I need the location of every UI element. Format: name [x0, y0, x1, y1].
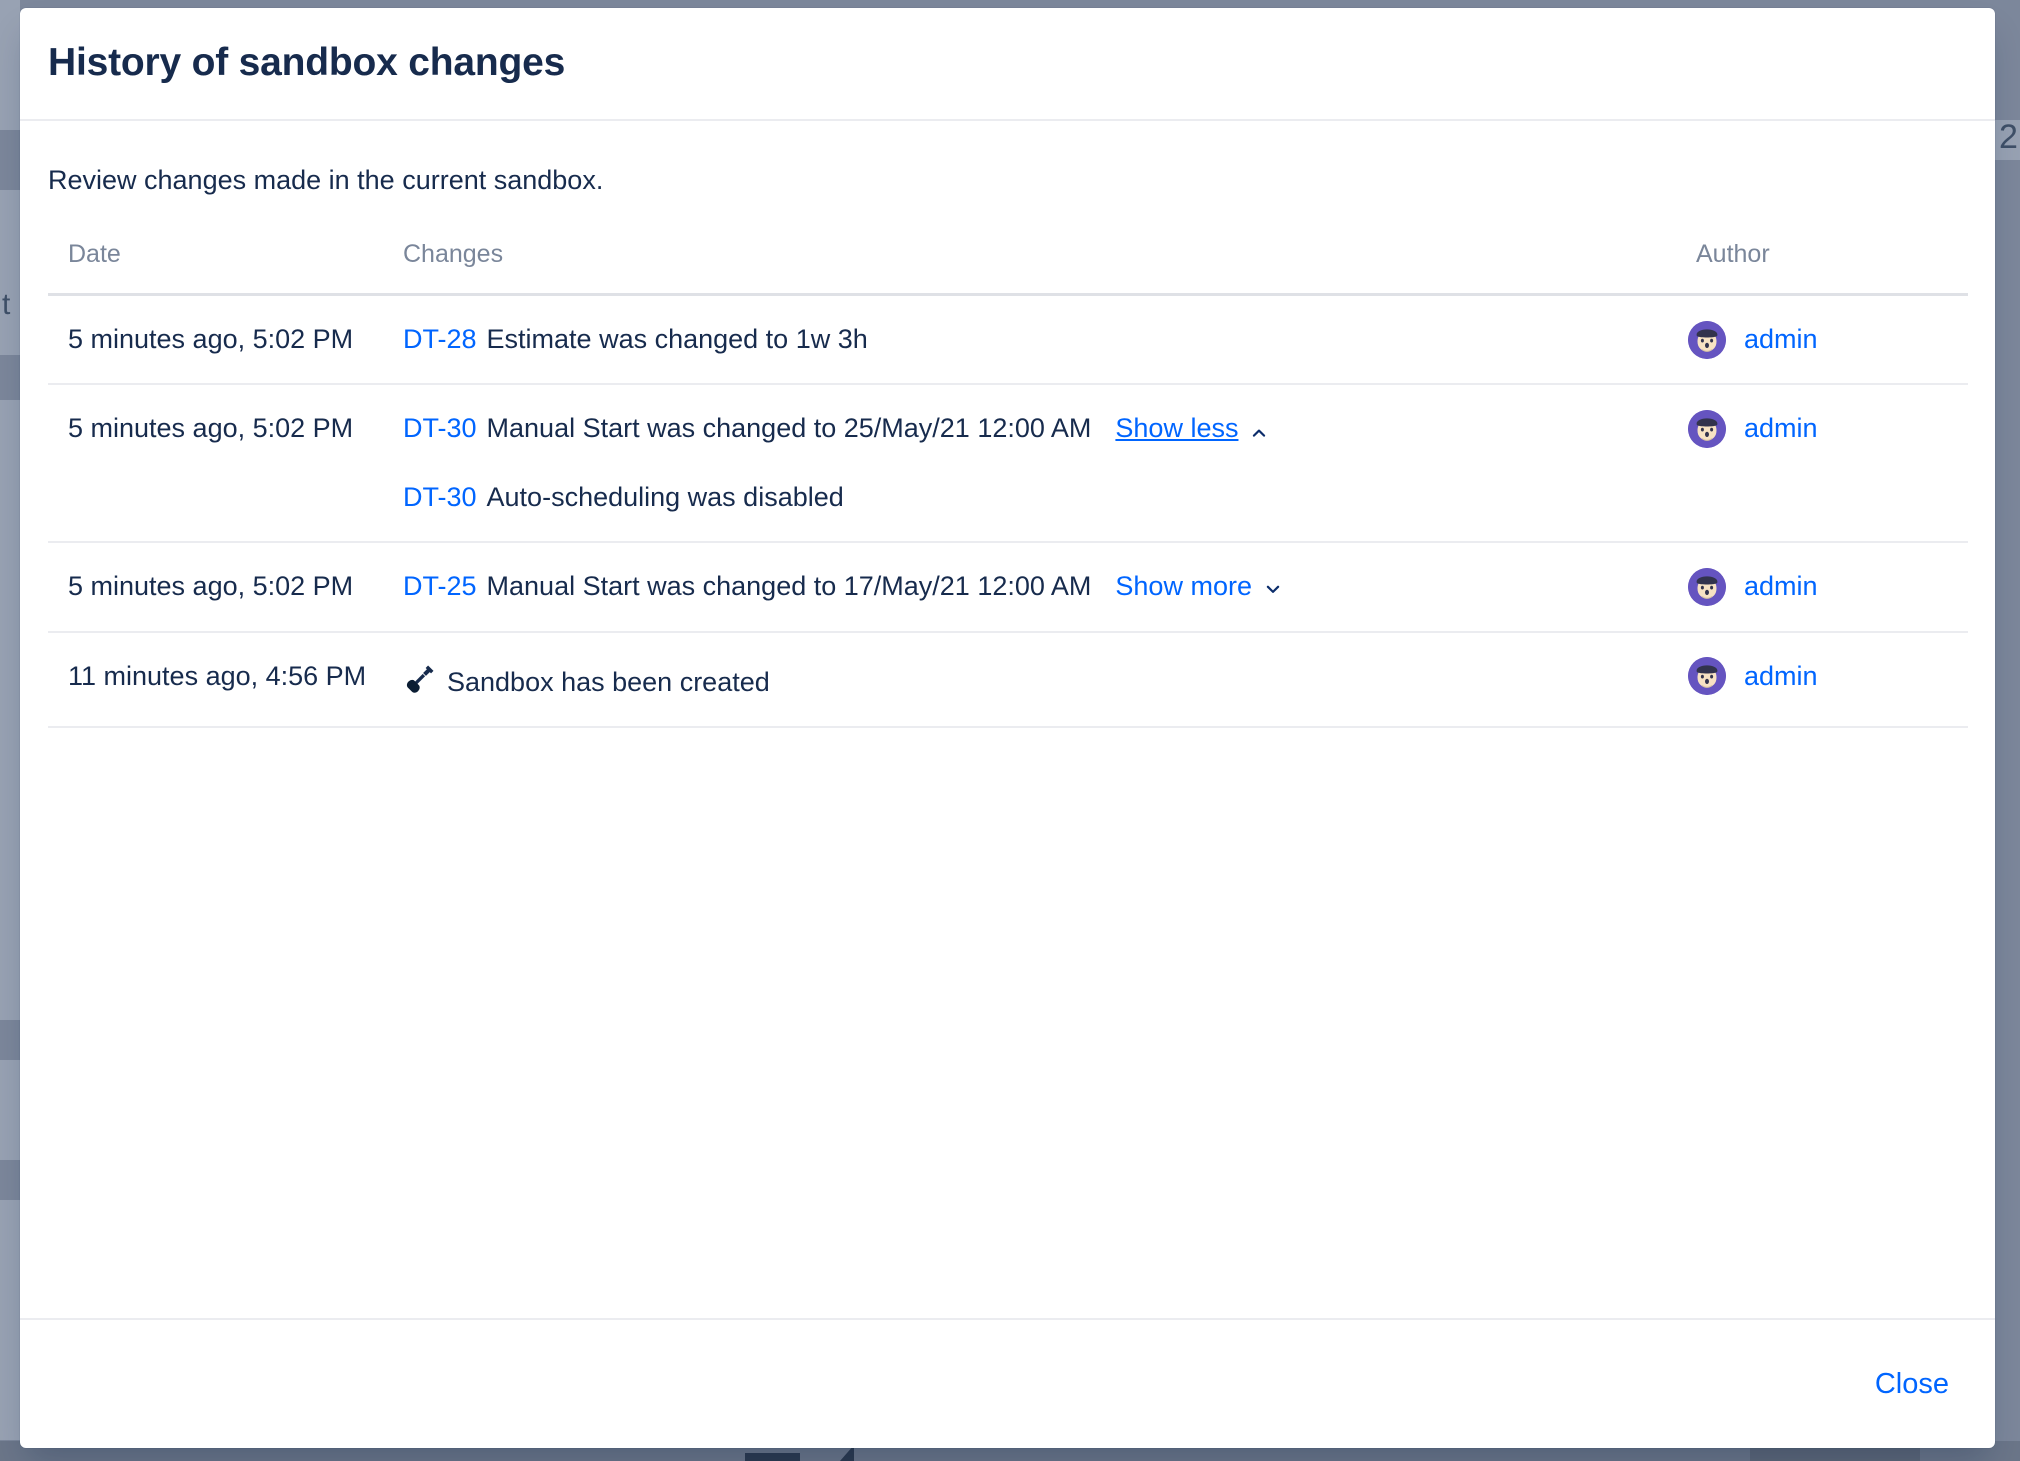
cell-changes: Sandbox has been created — [383, 631, 1668, 728]
column-header-author: Author — [1668, 240, 1968, 296]
backdrop-ghost-text-right: 2 — [1999, 118, 2018, 156]
column-header-date: Date — [48, 240, 383, 296]
cell-changes: DT-28 Estimate was changed to 1w 3h — [383, 294, 1668, 386]
sandbox-history-table: Date Changes Author 5 minutes ago, 5:02 … — [48, 240, 1968, 728]
table-row: 5 minutes ago, 5:02 PM DT-30 Manual Star… — [48, 384, 1968, 544]
backdrop-stripe — [0, 0, 20, 130]
dialog-footer: Close — [20, 1318, 1995, 1448]
change-description: Manual Start was changed to 25/May/21 12… — [486, 413, 1092, 444]
table-row: 5 minutes ago, 5:02 PM DT-28 Estimate wa… — [48, 294, 1968, 386]
change-entry: DT-28 Estimate was changed to 1w 3h — [403, 320, 1668, 359]
backdrop-stripe — [0, 1200, 20, 1440]
cell-author: admin — [1668, 631, 1968, 728]
show-more-toggle[interactable]: Show more — [1115, 567, 1284, 606]
author: admin — [1688, 567, 1968, 606]
chevron-down-icon — [1262, 579, 1284, 601]
chevron-up-icon — [1248, 421, 1270, 443]
column-header-changes: Changes — [383, 240, 1668, 296]
issue-link-dt-30[interactable]: DT-30 — [403, 409, 477, 448]
dialog-header: History of sandbox changes — [20, 8, 1995, 121]
show-less-toggle[interactable]: Show less — [1115, 409, 1270, 448]
table-header: Date Changes Author — [48, 240, 1968, 296]
issue-link-dt-30-secondary[interactable]: DT-30 — [403, 478, 477, 517]
change-description: Manual Start was changed to 17/May/21 12… — [486, 571, 1092, 602]
avatar — [1688, 567, 1726, 606]
issue-link-dt-25[interactable]: DT-25 — [403, 567, 477, 606]
table-body: 5 minutes ago, 5:02 PM DT-28 Estimate wa… — [48, 294, 1968, 728]
cell-author: admin — [1668, 384, 1968, 544]
change-description: Sandbox has been created — [447, 666, 770, 697]
backdrop-stripe — [0, 400, 20, 1020]
change-description: Auto-scheduling was disabled — [486, 482, 844, 513]
shovel-icon — [403, 662, 437, 696]
change-entry: DT-25 Manual Start was changed to 17/May… — [403, 567, 1668, 606]
cell-date: 11 minutes ago, 4:56 PM — [48, 631, 383, 728]
change-entry: DT-30 Auto-scheduling was disabled — [403, 478, 1668, 517]
cell-date: 5 minutes ago, 5:02 PM — [48, 384, 383, 544]
author: admin — [1688, 657, 1968, 696]
history-dialog: History of sandbox changes Review change… — [20, 8, 1995, 1448]
issue-link-dt-28[interactable]: DT-28 — [403, 320, 477, 359]
cell-author: admin — [1668, 294, 1968, 386]
author-link[interactable]: admin — [1744, 320, 1818, 359]
change-entry: DT-30 Manual Start was changed to 25/May… — [403, 409, 1668, 448]
show-less-label: Show less — [1115, 413, 1239, 444]
avatar — [1688, 409, 1726, 448]
avatar — [1688, 320, 1726, 359]
cell-changes: DT-25 Manual Start was changed to 17/May… — [383, 542, 1668, 633]
change-entry: Sandbox has been created — [403, 657, 1668, 702]
cell-changes: DT-30 Manual Start was changed to 25/May… — [383, 384, 1668, 544]
show-more-label: Show more — [1115, 571, 1252, 602]
author: admin — [1688, 409, 1968, 448]
author-link[interactable]: admin — [1744, 409, 1818, 448]
cell-author: admin — [1668, 542, 1968, 633]
page-title: History of sandbox changes — [48, 41, 566, 85]
author: admin — [1688, 320, 1968, 359]
backdrop-stripe — [0, 1060, 20, 1160]
backdrop-ghost-text-left: t — [2, 288, 11, 321]
backdrop-bottom-shape — [745, 1453, 800, 1461]
table-header-row: Date Changes Author — [48, 240, 1968, 296]
author-link[interactable]: admin — [1744, 657, 1818, 696]
close-button[interactable]: Close — [1869, 1362, 1955, 1407]
avatar — [1688, 657, 1726, 696]
backdrop-stripe — [0, 190, 20, 355]
dialog-body: Review changes made in the current sandb… — [20, 121, 1995, 1318]
cell-date: 5 minutes ago, 5:02 PM — [48, 542, 383, 633]
cell-date: 5 minutes ago, 5:02 PM — [48, 294, 383, 386]
author-link[interactable]: admin — [1744, 567, 1818, 606]
change-description: Estimate was changed to 1w 3h — [486, 324, 868, 354]
table-row: 11 minutes ago, 4:56 PM Sandbox has been — [48, 631, 1968, 728]
table-row: 5 minutes ago, 5:02 PM DT-25 Manual Star… — [48, 542, 1968, 633]
dialog-description: Review changes made in the current sandb… — [48, 165, 604, 195]
